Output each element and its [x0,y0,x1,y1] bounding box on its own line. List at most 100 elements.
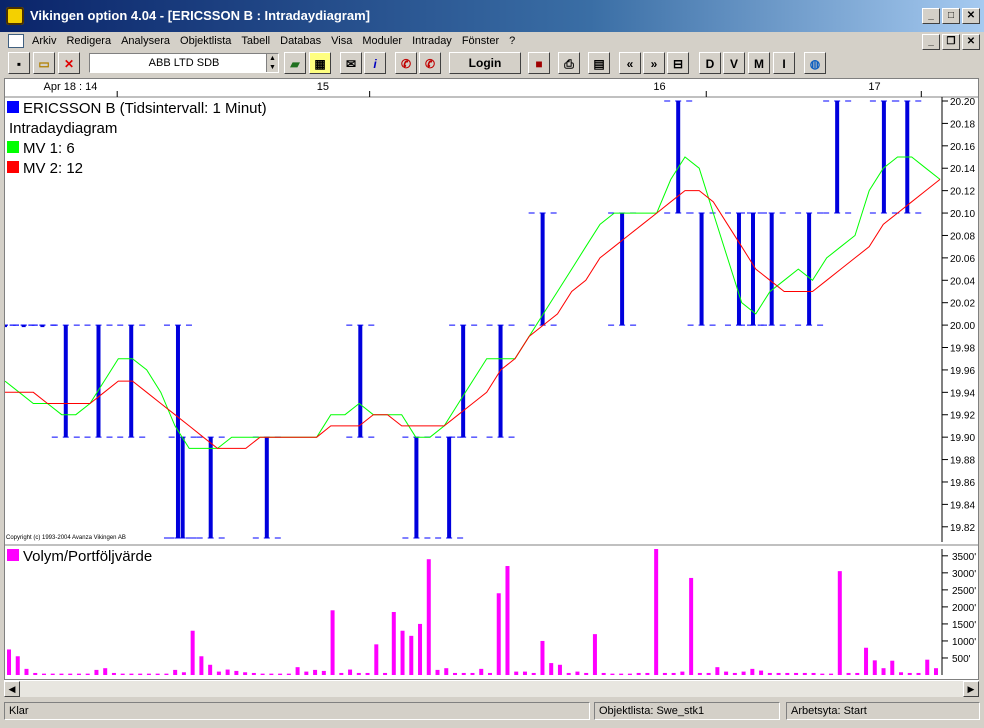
document-icon[interactable] [8,34,24,48]
stack-icon[interactable]: ▰ [284,52,306,74]
volume-bar [33,672,38,675]
y-tick-label: 19.86 [950,478,975,489]
scroll-right-icon[interactable]: ▶ [963,681,979,697]
login-button[interactable]: Login [449,52,521,74]
mail-icon[interactable]: ✉ [340,52,362,74]
volume-bar [479,668,484,675]
legend-mv2: MV 2: 12 [23,160,83,177]
volume-bar [304,671,309,675]
button-i[interactable]: I [773,52,795,74]
info-icon[interactable]: i [364,52,386,74]
rewind-icon[interactable]: « [619,52,641,74]
volume-bar [802,672,807,675]
phone-settings-icon[interactable]: ✆ [419,52,441,74]
maximize-button[interactable]: □ [942,8,960,24]
price-bar [414,437,419,538]
price-bar [358,325,363,438]
menu-help[interactable]: ? [504,32,520,50]
volume-bar [269,673,274,675]
chart-area[interactable]: Apr 18 : 14 15 16 17 20.20 20.18 20.16 20.14 20… [0,78,979,680]
menu-arkiv[interactable]: Arkiv [27,32,61,50]
volume-bar [732,672,737,675]
volume-bar [619,673,624,675]
volume-bar [636,672,641,675]
app-icon[interactable] [6,7,24,25]
volume-bar [260,673,265,675]
calculator-icon[interactable]: ▦ [309,52,331,74]
mdi-close-button[interactable]: ✕ [962,34,980,50]
menu-tabell[interactable]: Tabell [236,32,275,50]
close-button[interactable]: ✕ [962,8,980,24]
mdi-minimize-button[interactable]: _ [922,34,940,50]
volume-tick-label: 500' [952,654,971,665]
price-bar [3,325,7,328]
open-folder-icon[interactable]: ▭ [33,52,55,74]
volume-bar [190,630,195,675]
volume-bar [514,671,519,675]
window-split-icon[interactable]: ⊟ [667,52,689,74]
briefcase-icon[interactable]: ■ [528,52,550,74]
printer-icon[interactable]: ⎙ [558,52,580,74]
menu-moduler[interactable]: Moduler [357,32,407,50]
intraday-chart: Apr 18 : 14 15 16 17 20.20 20.18 20.16 20.14 20… [0,81,978,675]
forward-icon[interactable]: » [643,52,665,74]
volume-bar [549,663,554,675]
menu-fonster[interactable]: Fönster [457,32,504,50]
menu-redigera[interactable]: Redigera [61,32,116,50]
price-bar [461,325,466,438]
volume-bar [724,671,729,675]
volume-bar [680,671,685,675]
price-bar [447,437,452,538]
y-tick-label: 19.82 [950,523,975,534]
menu-analysera[interactable]: Analysera [116,32,175,50]
button-d[interactable]: D [699,52,721,74]
globe-icon[interactable]: ◍ [804,52,826,74]
minimize-button[interactable]: _ [922,8,940,24]
price-bar [63,325,68,438]
phone-icon[interactable]: ✆ [395,52,417,74]
status-arbetsyta: Arbetsyta: Start [786,702,980,720]
y-tick-label: 20.12 [950,187,975,198]
volume-bar [278,673,283,675]
price-bar [40,325,45,328]
mdi-restore-button[interactable]: ❐ [942,34,960,50]
date-label: Apr 18 : 14 [44,81,98,93]
volume-bar [706,672,711,675]
volume-bar [155,673,160,675]
save-icon[interactable]: ▪ [8,52,30,74]
volume-tick-label: 3000' [952,569,976,580]
menu-intraday[interactable]: Intraday [407,32,457,50]
button-v[interactable]: V [723,52,745,74]
volume-bar [295,667,300,675]
horizontal-scrollbar[interactable]: ◀ ▶ [4,680,979,697]
table-icon[interactable]: ▤ [588,52,610,74]
delete-icon[interactable]: ✕ [58,52,80,74]
volume-bar [208,664,213,675]
menu-visa[interactable]: Visa [326,32,357,50]
symbol-combo[interactable]: ABB LTD SDB ▲ ▼ [89,53,279,73]
price-bar [96,325,101,438]
volume-bar [916,672,921,675]
volume-bar [41,673,46,675]
spin-arrows-icon[interactable]: ▲ ▼ [266,54,278,72]
price-bar [699,213,704,326]
volume-bar [767,672,772,675]
volume-bar [531,672,536,675]
volume-bar [50,673,55,675]
volume-bar [522,671,527,675]
y-tick-label: 19.88 [950,456,975,467]
volume-tick-label: 1500' [952,620,976,631]
legend-mv2-swatch [7,161,19,173]
status-ready: Klar [4,702,590,720]
scroll-left-icon[interactable]: ◀ [4,681,20,697]
volume-bar [934,668,938,675]
status-bar: Klar Objektlista: Swe_stk1 Arbetsyta: St… [0,698,984,728]
volume-bar [575,671,580,675]
price-bar [769,213,774,326]
menu-databas[interactable]: Databas [275,32,326,50]
toolbar: ▪ ▭ ✕ ABB LTD SDB ▲ ▼ ▰ ▦ ✉ i ✆ ✆ Login ■… [0,50,984,78]
price-bar [835,101,840,214]
menu-objektlista[interactable]: Objektlista [175,32,236,50]
volume-bar [505,566,510,675]
button-m[interactable]: M [748,52,770,74]
